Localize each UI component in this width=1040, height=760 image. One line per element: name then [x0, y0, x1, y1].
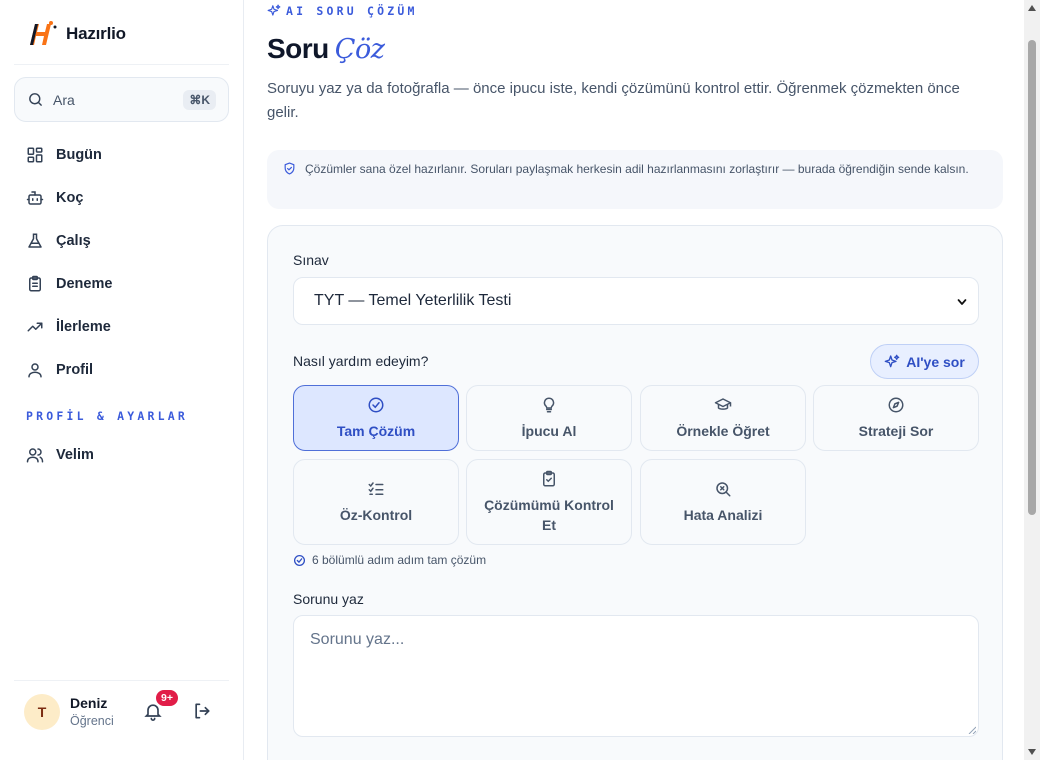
clipboard-check-icon [543, 470, 555, 486]
sidebar-item-profil[interactable]: Profil [14, 348, 229, 391]
brand-logo[interactable]: Hazırlio [24, 19, 126, 49]
brand-name: Hazırlio [66, 24, 126, 43]
check-circle-icon [293, 554, 306, 566]
search-icon [29, 93, 42, 106]
eyebrow-text: AI SORU ÇÖZÜM [286, 4, 418, 18]
ask-ai-button[interactable]: AI'ye sor [870, 344, 979, 379]
sidebar-nav: Bugün Koç Çalış Deneme İlerleme Profil [14, 133, 229, 391]
main-content: AI SORU ÇÖZÜM Soru Çöz Soruyu yaz ya da f… [244, 0, 1024, 760]
sidebar-item-calis[interactable]: Çalış [14, 219, 229, 262]
grid-icon [27, 147, 43, 162]
sidebar-item-koc[interactable]: Koç [14, 176, 229, 219]
mode-hata-analizi[interactable]: Hata Analizi [640, 459, 806, 545]
mode-ipucu-al[interactable]: İpucu Al [466, 385, 632, 451]
search-button[interactable]: Ara ⌘K [14, 77, 229, 122]
shield-check-icon [284, 162, 295, 175]
user-panel: T Deniz Öğrenci 9+ [24, 688, 224, 734]
mode-label: İpucu Al [521, 422, 577, 439]
exam-label: Sınav [293, 252, 329, 268]
robot-icon [26, 190, 44, 205]
scrollbar-thumb[interactable] [1028, 40, 1036, 515]
sidebar-item-bugun[interactable]: Bugün [14, 133, 229, 176]
sidebar-item-label: Deneme [56, 275, 113, 292]
user-info: Deniz Öğrenci [70, 694, 114, 730]
scroll-up-arrow-icon[interactable] [1028, 5, 1036, 11]
user-divider [14, 680, 229, 681]
ask-ai-label: AI'ye sor [906, 353, 965, 370]
user-name: Deniz [70, 695, 108, 712]
sidebar-item-label: Velim [56, 446, 94, 463]
scroll-down-arrow-icon[interactable] [1028, 749, 1036, 755]
notice-text: Çözümler sana özel hazırlanır. Soruları … [305, 162, 969, 176]
resize-handle-icon[interactable] [968, 726, 976, 734]
notification-badge: 9+ [154, 688, 180, 708]
sidebar-section-title: PROFİL & AYARLAR [26, 409, 188, 423]
search-label: Ara [53, 91, 75, 108]
sidebar: Hazırlio Ara ⌘K Bugün Koç Çalış Deneme İ… [0, 0, 244, 760]
graduation-cap-icon [714, 397, 732, 410]
mode-cozumumu-kontrol-et[interactable]: Çözümümü Kontrol Et [466, 459, 632, 545]
lightbulb-icon [543, 396, 555, 412]
mode-hint-text: 6 bölümlü adım adım tam çözüm [312, 553, 487, 567]
mode-label: Öz-Kontrol [339, 506, 413, 523]
logo-icon [30, 21, 57, 45]
mode-label: Strateji Sor [858, 422, 934, 439]
question-label: Sorunu yaz [293, 591, 364, 607]
privacy-notice: Çözümler sana özel hazırlanır. Soruları … [267, 150, 1003, 209]
flask-icon [28, 233, 42, 248]
user-icon [28, 362, 42, 377]
mode-oz-kontrol[interactable]: Öz-Kontrol [293, 459, 459, 545]
sparkles-icon [884, 354, 900, 367]
avatar[interactable]: T [24, 694, 60, 730]
sidebar-divider [14, 64, 229, 65]
app-window: Hazırlio Ara ⌘K Bugün Koç Çalış Deneme İ… [0, 0, 1040, 760]
user-role: Öğrenci [70, 714, 114, 728]
question-placeholder: Sorunu yaz... [310, 631, 405, 648]
page-eyebrow: AI SORU ÇÖZÜM [267, 4, 418, 18]
mode-ornekle-ogret[interactable]: Örnekle Öğret [640, 385, 806, 451]
checklist-icon [368, 481, 384, 495]
mode-strateji-sor[interactable]: Strateji Sor [813, 385, 979, 451]
page-title-main: Soru [267, 33, 329, 64]
sidebar-item-velim[interactable]: Velim [14, 433, 229, 476]
help-label: Nasıl yardım edeyim? [293, 353, 429, 369]
page-title: Soru Çöz [267, 33, 385, 65]
mode-label: Hata Analizi [683, 506, 763, 523]
compass-icon [888, 397, 904, 412]
sidebar-item-label: Koç [56, 189, 84, 206]
sidebar-item-ilerleme[interactable]: İlerleme [14, 305, 229, 348]
sidebar-item-label: Çalış [56, 232, 91, 249]
search-x-icon [716, 481, 731, 496]
clipboard-icon [29, 275, 41, 291]
mode-hint: 6 bölümlü adım adım tam çözüm [293, 553, 486, 567]
mode-label: Tam Çözüm [336, 422, 416, 439]
search-shortcut: ⌘K [183, 89, 216, 110]
mode-tam-cozum[interactable]: Tam Çözüm [293, 385, 459, 451]
question-textarea[interactable]: Sorunu yaz... [293, 615, 979, 737]
trending-up-icon [27, 322, 43, 331]
exam-select-value: TYT — Temel Yeterlilik Testi [314, 292, 512, 309]
page-title-accent: Çöz [334, 34, 385, 65]
page-subtitle: Soruyu yaz ya da fotoğrafla — önce ipucu… [267, 80, 960, 121]
sidebar-item-deneme[interactable]: Deneme [14, 262, 229, 305]
solve-form-card: Sınav TYT — Temel Yeterlilik Testi Nasıl… [267, 225, 1003, 760]
mode-label: Örnekle Öğret [676, 422, 770, 439]
sidebar-item-label: İlerleme [56, 318, 111, 335]
sparkles-icon [267, 4, 281, 16]
page-scrollbar[interactable] [1024, 0, 1040, 760]
exam-select[interactable]: TYT — Temel Yeterlilik Testi [293, 277, 979, 325]
users-icon [26, 447, 44, 462]
sidebar-nav-settings: Velim [14, 433, 229, 476]
logout-icon[interactable] [192, 701, 212, 721]
sidebar-item-label: Profil [56, 361, 94, 378]
sidebar-item-label: Bugün [56, 146, 102, 163]
check-circle-icon [368, 397, 384, 412]
chevron-down-icon [957, 299, 967, 305]
mode-label: Çözümümü Kontrol Et [484, 496, 614, 533]
